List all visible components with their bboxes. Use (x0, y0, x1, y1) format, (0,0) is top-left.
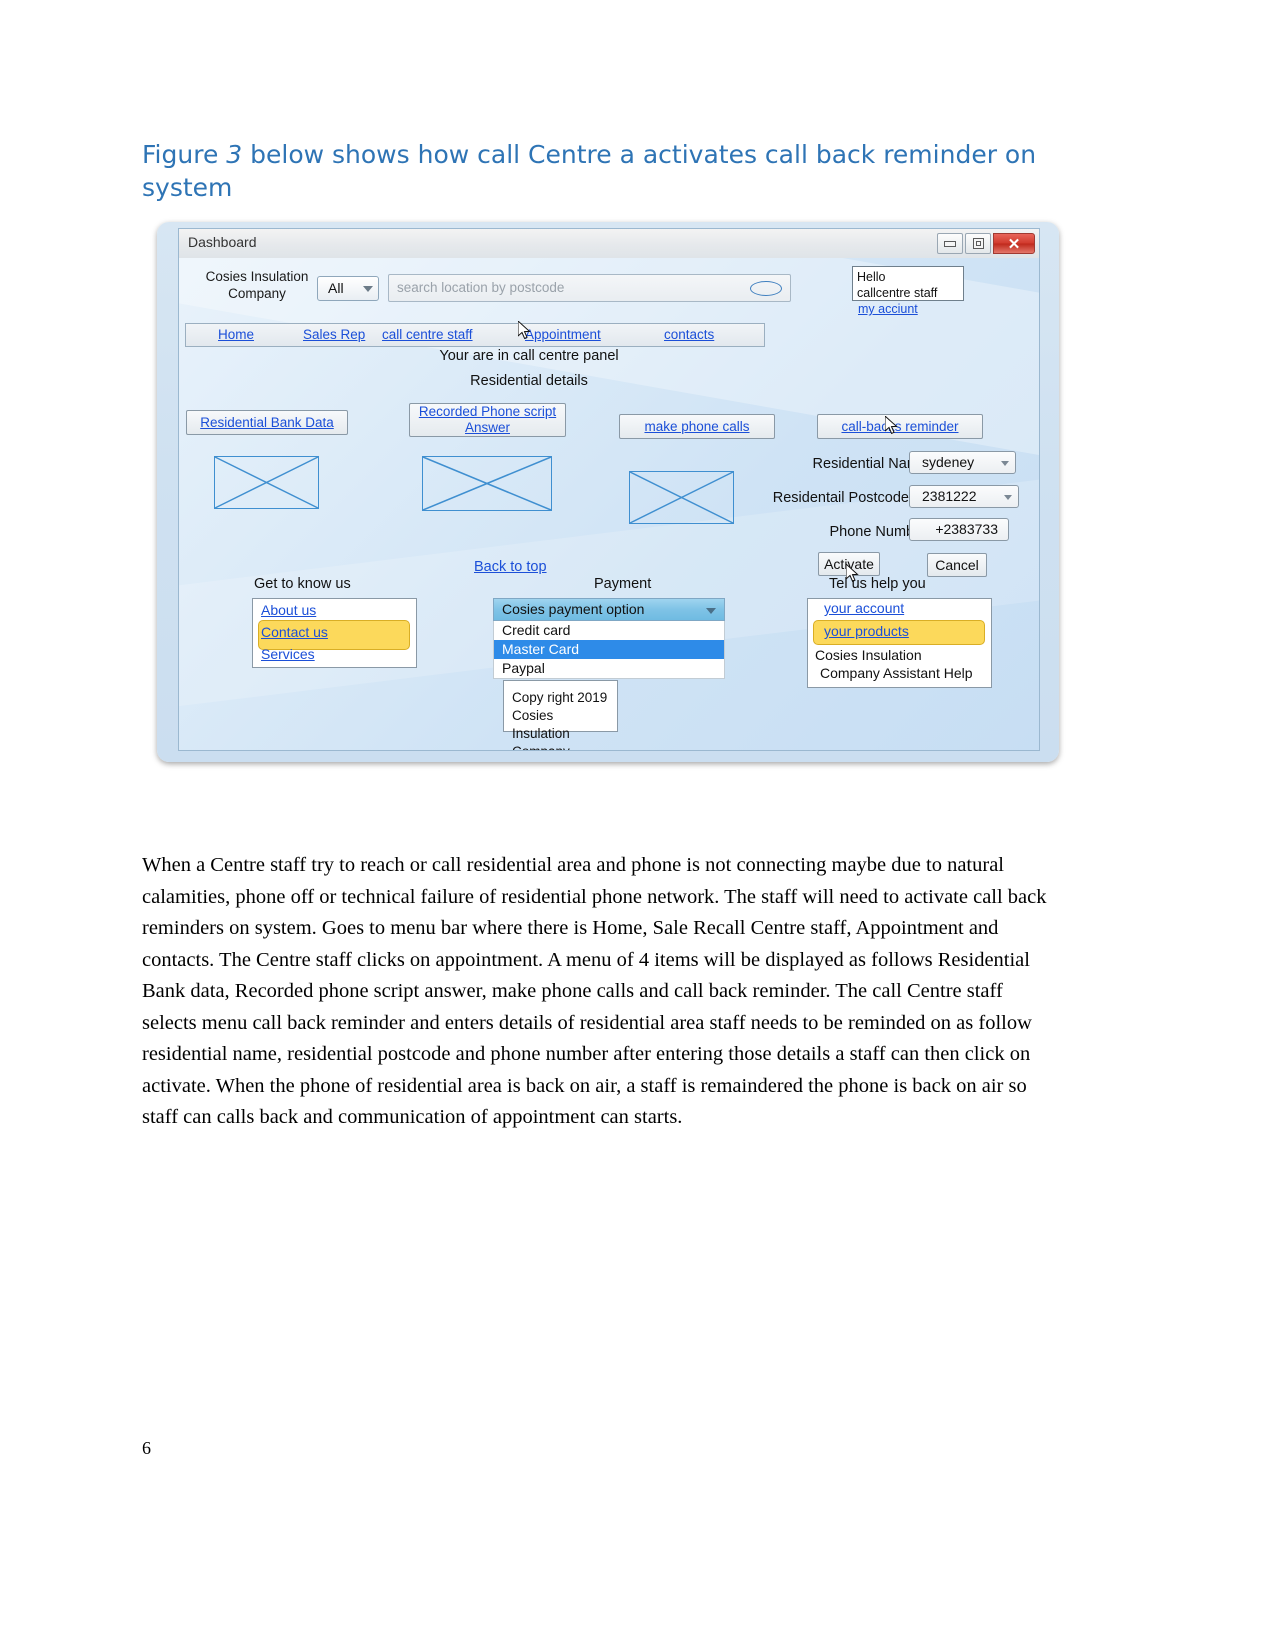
panel-status-text: Your are in call centre panel (439, 348, 619, 364)
assistant-help-line-2: Company Assistant Help (820, 665, 973, 681)
greeting-line-1: Hello (857, 270, 886, 284)
residential-postcode-label: Residentail Postcode (772, 490, 909, 506)
brand-line-1: Cosies Insulation (205, 269, 309, 284)
get-to-know-us-title: Get to know us (254, 576, 351, 592)
nav-item-contacts[interactable]: contacts (664, 327, 714, 342)
window-title: Dashboard (188, 234, 257, 250)
maximize-icon (972, 238, 984, 249)
about-us-link[interactable]: About us (261, 602, 316, 618)
payment-combo-label: Cosies payment option (502, 601, 645, 617)
your-account-link[interactable]: your account (824, 600, 904, 616)
minimize-icon (944, 240, 956, 247)
search-input[interactable]: search location by postcode (388, 274, 791, 302)
page-title-pre: Figure (142, 140, 227, 169)
user-greeting-box: Hello callcentre staff (852, 266, 964, 301)
window-titlebar: Dashboard ✕ (178, 228, 1040, 258)
copyright-line-1: Copy right 2019 Cosies (512, 690, 608, 723)
panel-section-title: Residential details (470, 373, 588, 389)
chevron-down-icon (1001, 461, 1009, 466)
residential-name-field[interactable]: sydeney (909, 451, 1016, 474)
maximize-button[interactable] (965, 233, 991, 254)
greeting-line-2: callcentre staff (857, 286, 938, 300)
activate-button[interactable]: Activate (818, 552, 880, 576)
brand-name: Cosies Insulation Company (201, 268, 313, 302)
main-navigation-bar: Home Sales Rep call centre staff Appoint… (185, 323, 765, 347)
payment-option-paypal[interactable]: Paypal (494, 659, 724, 678)
brand-line-2: Company (228, 286, 286, 301)
phone-number-label: Phone Number (829, 524, 927, 540)
page-title-figure-number: 3 (226, 140, 243, 169)
body-paragraph: When a Centre staff try to reach or call… (142, 854, 1047, 1128)
minimize-button[interactable] (937, 233, 963, 254)
recorded-phone-script-answer-button[interactable]: Recorded Phone script Answer (409, 403, 566, 437)
residential-name-value: sydeney (922, 454, 975, 470)
image-placeholder (629, 471, 734, 524)
phone-number-value: +2383733 (935, 521, 998, 537)
chevron-down-icon (706, 608, 716, 614)
services-link[interactable]: Services (261, 646, 315, 662)
page-number: 6 (142, 1438, 151, 1458)
nav-item-call-centre-staff[interactable]: call centre staff (382, 327, 473, 342)
document-page: Figure 3 below shows how call Centre a a… (0, 0, 1275, 1651)
assistant-help-line-1: Cosies Insulation (815, 647, 922, 663)
contact-us-link[interactable]: Contact us (261, 624, 328, 640)
close-button[interactable]: ✕ (993, 233, 1035, 254)
copyright-line-2: Insulation Company (512, 726, 570, 750)
search-icon (750, 281, 782, 296)
residential-postcode-field[interactable]: 2381222 (909, 485, 1019, 508)
dashboard-window-body: Cosies Insulation Company All search loc… (178, 228, 1040, 751)
chevron-down-icon (363, 286, 373, 292)
back-to-top-link[interactable]: Back to top (474, 559, 547, 575)
image-placeholder (214, 456, 319, 509)
copyright-box: Copy right 2019 Cosies Insulation Compan… (503, 680, 618, 750)
payment-option-credit-card[interactable]: Credit card (494, 621, 724, 640)
residential-name-label: Residential Name (812, 456, 927, 472)
cancel-button[interactable]: Cancel (927, 553, 987, 577)
tel-us-help-you-title: Tel us help you (829, 576, 926, 592)
nav-item-home[interactable]: Home (218, 327, 254, 342)
dashboard-mockup-frame: Cosies Insulation Company All search loc… (157, 222, 1059, 762)
page-title: Figure 3 below shows how call Centre a a… (142, 138, 1072, 204)
payment-option-list: Credit card Master Card Paypal (493, 621, 725, 679)
payment-option-master-card[interactable]: Master Card (494, 640, 724, 659)
search-placeholder: search location by postcode (397, 280, 565, 295)
make-phone-calls-button[interactable]: make phone calls (619, 414, 775, 439)
residential-postcode-value: 2381222 (922, 488, 977, 504)
window-controls: ✕ (937, 233, 1035, 254)
nav-item-appointment[interactable]: Appointment (525, 327, 601, 342)
phone-number-field[interactable]: +2383733 (909, 518, 1009, 541)
payment-option-combobox[interactable]: Cosies payment option (493, 598, 725, 621)
residential-bank-data-button[interactable]: Residential Bank Data (186, 410, 348, 435)
category-dropdown-value: All (328, 280, 344, 296)
payment-title: Payment (594, 576, 652, 592)
call-backs-reminder-button[interactable]: call-backs reminder (817, 414, 983, 439)
your-products-link[interactable]: your products (824, 623, 909, 639)
close-icon: ✕ (1007, 235, 1021, 253)
image-placeholder (422, 456, 552, 511)
category-dropdown[interactable]: All (317, 276, 379, 301)
nav-item-sales-rep[interactable]: Sales Rep (303, 327, 365, 342)
page-title-post: below shows how call Centre a activates … (142, 140, 1037, 202)
chevron-down-icon (1004, 495, 1012, 500)
my-account-link[interactable]: my acciunt (858, 302, 918, 316)
